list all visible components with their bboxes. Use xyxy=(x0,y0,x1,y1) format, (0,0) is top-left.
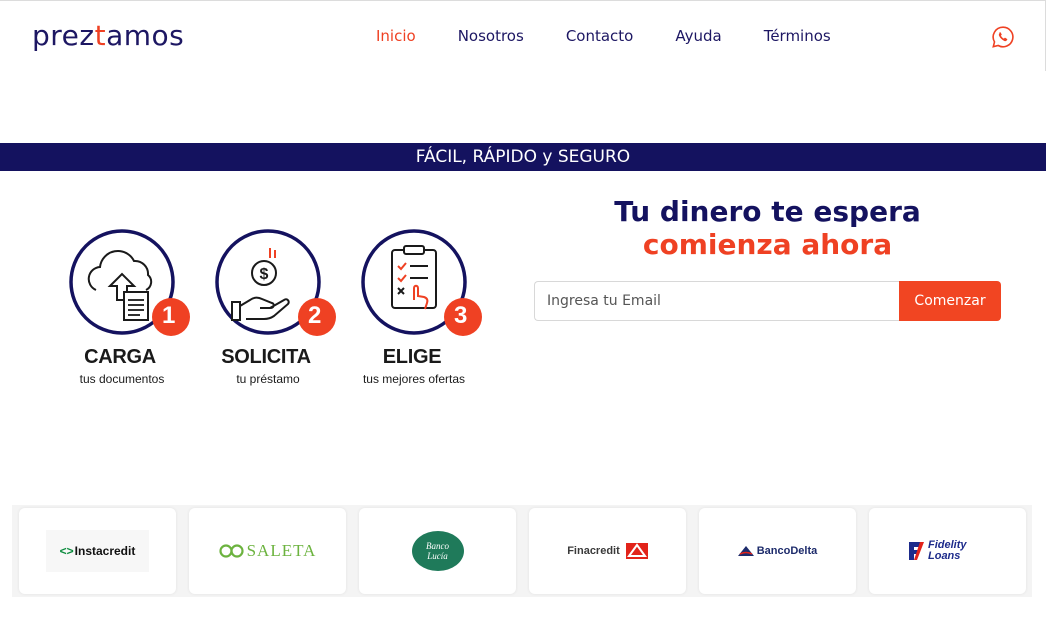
partner-name-saleta: SALETA xyxy=(246,541,317,560)
nav-link-ayuda[interactable]: Ayuda xyxy=(675,27,721,45)
partner-card-fidelity[interactable]: Fidelity Loans xyxy=(869,508,1026,594)
start-button[interactable]: Comenzar xyxy=(899,281,1001,321)
fidelity-logo: Fidelity Loans xyxy=(907,540,988,562)
step-2-title: SOLICITA xyxy=(221,346,311,368)
fidelity-f-icon xyxy=(909,542,924,560)
steps-section: 1 CARGA tus documentos $ 2 SOLICITA tu p… xyxy=(60,228,500,398)
finacredit-triangle-icon xyxy=(625,543,648,559)
step-2-subtitle: tu préstamo xyxy=(236,372,300,386)
bancodelta-logo: BancoDelta xyxy=(737,545,818,557)
banco-lucia-emblem-icon: Banco Lucía xyxy=(411,531,464,571)
step-1-number: 1 xyxy=(162,302,176,329)
partner-card-finacredit[interactable]: Finacredit xyxy=(529,508,686,594)
email-input[interactable] xyxy=(534,281,899,321)
nav-link-contacto[interactable]: Contacto xyxy=(566,27,634,45)
svg-text:$: $ xyxy=(260,266,269,283)
step-3-title: ELIGE xyxy=(382,346,442,368)
email-signup-form: Comenzar xyxy=(534,281,1001,321)
partner-card-bancodelta[interactable]: BancoDelta xyxy=(699,508,856,594)
logo-text-part3: amos xyxy=(106,19,185,52)
saleta-logo: SALETA xyxy=(218,541,317,561)
saleta-swirl-icon xyxy=(218,544,244,558)
logo-text-part2: t xyxy=(94,19,107,52)
site-header: preztamos Inicio Nosotros Contacto Ayuda… xyxy=(0,0,1046,71)
partner-name-instacredit: Instacredit xyxy=(74,544,136,558)
main-nav: Inicio Nosotros Contacto Ayuda Términos xyxy=(376,27,873,45)
tagline-banner: FÁCIL, RÁPIDO y SEGURO xyxy=(0,143,1046,171)
instacredit-chevron-icon: <> xyxy=(59,544,74,558)
partner-name-bancodelta: BancoDelta xyxy=(756,545,818,557)
step-3: 3 ELIGE tus mejores ofertas xyxy=(352,228,482,398)
logo-text-part1: prez xyxy=(32,19,95,52)
tagline-text: FÁCIL, RÁPIDO y SEGURO xyxy=(415,147,631,167)
partner-card-banco-lucia[interactable]: Banco Lucía xyxy=(359,508,516,594)
step-2-number: 2 xyxy=(308,302,322,329)
banco-lucia-logo: Banco Lucía xyxy=(381,528,494,574)
partner-name-fidelity: Fidelity Loans xyxy=(928,539,967,562)
whatsapp-icon[interactable] xyxy=(991,25,1015,49)
hero-title: Tu dinero te espera xyxy=(614,195,921,228)
bancodelta-delta-icon xyxy=(737,546,754,556)
partner-name-banco-lucia: Banco Lucía xyxy=(426,541,449,561)
partner-name-finacredit: Finacredit xyxy=(567,545,620,557)
step-3-number: 3 xyxy=(454,302,468,329)
instacredit-logo: <> Instacredit xyxy=(45,530,150,572)
preztamos-logo[interactable]: preztamos xyxy=(32,19,184,52)
step-1-subtitle: tus documentos xyxy=(79,372,165,386)
nav-link-inicio[interactable]: Inicio xyxy=(376,27,416,45)
partner-card-instacredit[interactable]: <> Instacredit xyxy=(19,508,176,594)
step-3-subtitle: tus mejores ofertas xyxy=(362,372,466,386)
step-1-title: CARGA xyxy=(84,346,156,368)
nav-link-nosotros[interactable]: Nosotros xyxy=(458,27,524,45)
step-2: $ 2 SOLICITA tu préstamo xyxy=(206,228,336,398)
partners-carousel: <> Instacredit SALETA Banco Lucía Finacr… xyxy=(12,505,1032,597)
step-1: 1 CARGA tus documentos xyxy=(60,228,190,398)
nav-link-terminos[interactable]: Términos xyxy=(764,27,831,45)
hero-subtitle: comienza ahora xyxy=(642,228,893,261)
finacredit-logo: Finacredit xyxy=(567,543,648,559)
partner-card-saleta[interactable]: SALETA xyxy=(189,508,346,594)
